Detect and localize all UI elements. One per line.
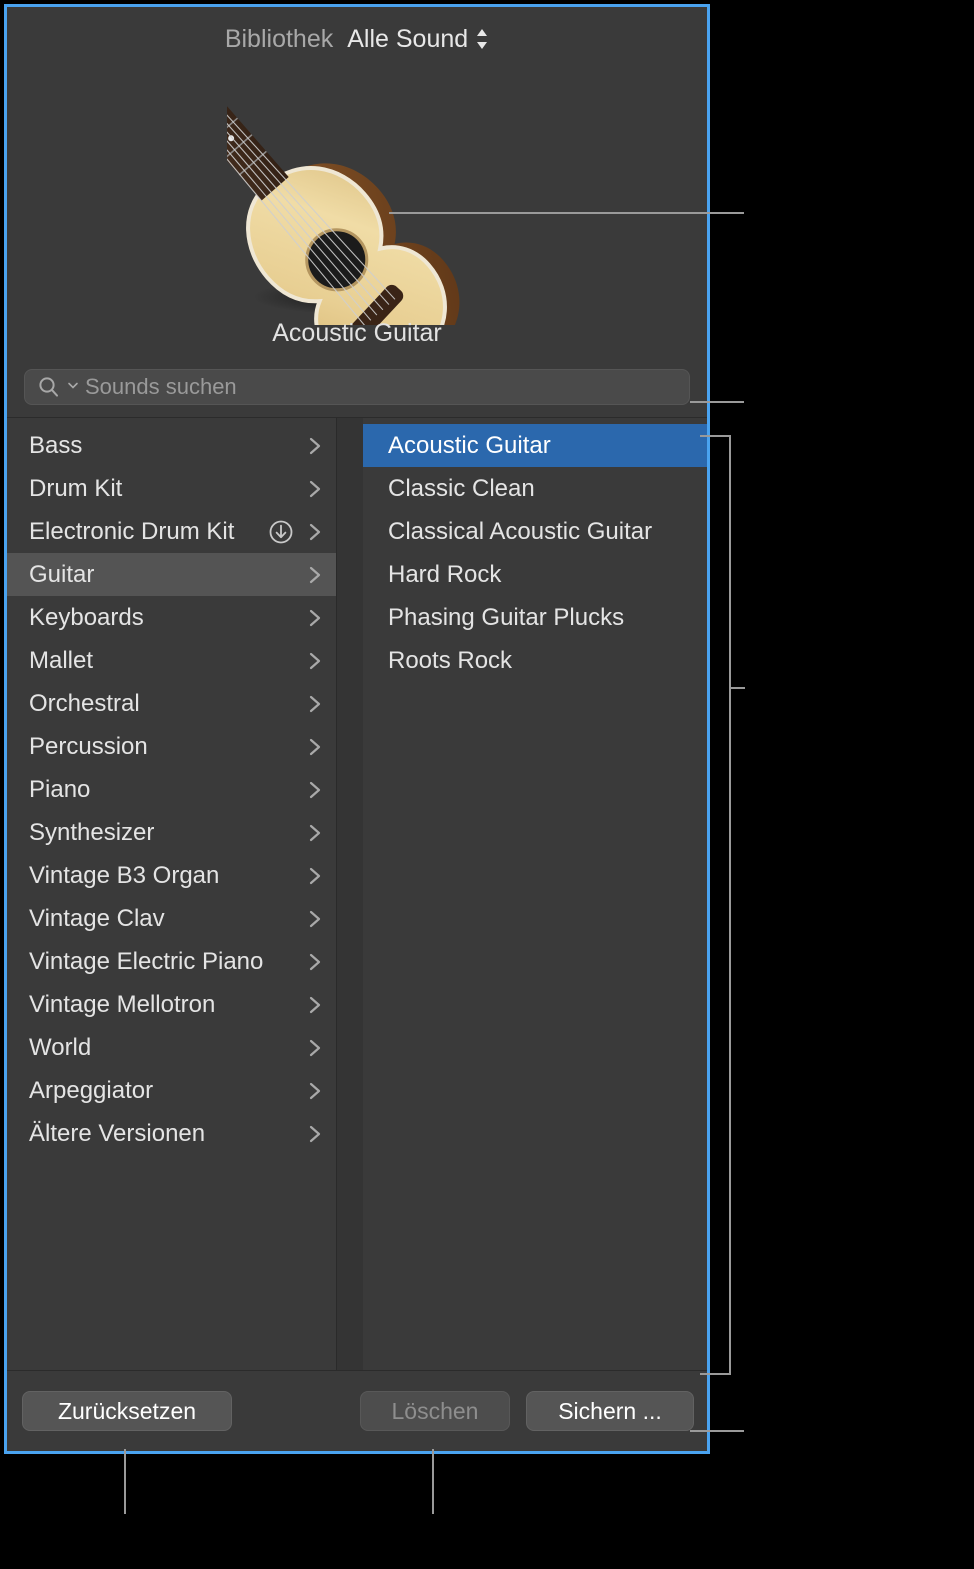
category-row[interactable]: World: [7, 1026, 336, 1069]
chevron-right-icon: [304, 521, 326, 543]
delete-button: Löschen: [360, 1391, 510, 1431]
patch-row[interactable]: Phasing Guitar Plucks: [363, 596, 707, 639]
category-row[interactable]: Guitar: [7, 553, 336, 596]
category-row[interactable]: Percussion: [7, 725, 336, 768]
chevron-right-icon: [304, 435, 326, 457]
chevron-right-icon: [304, 822, 326, 844]
callout-delete: [432, 1449, 434, 1514]
chevron-right-icon: [304, 478, 326, 500]
category-label: Synthesizer: [29, 819, 304, 847]
category-label: Piano: [29, 776, 304, 804]
chevron-right-icon: [304, 693, 326, 715]
category-label: Ältere Versionen: [29, 1120, 304, 1148]
callout-reset: [124, 1449, 126, 1514]
search-row: Sounds suchen: [7, 369, 707, 417]
category-label: Arpeggiator: [29, 1077, 304, 1105]
library-footer: Zurücksetzen Löschen Sichern ...: [7, 1370, 707, 1451]
category-row[interactable]: Drum Kit: [7, 467, 336, 510]
acoustic-guitar-artwork: [227, 75, 487, 325]
callout-save: [690, 1430, 744, 1432]
library-window: Bibliothek Alle Sound: [4, 4, 710, 1454]
category-label: Guitar: [29, 561, 304, 589]
category-label: Vintage Clav: [29, 905, 304, 933]
category-row[interactable]: Mallet: [7, 639, 336, 682]
chevron-down-icon[interactable]: [67, 378, 79, 396]
chevron-right-icon: [304, 994, 326, 1016]
patch-row[interactable]: Classic Clean: [363, 467, 707, 510]
sound-scope-popup[interactable]: Alle Sound: [347, 25, 489, 54]
category-column[interactable]: Bass Drum Kit Electronic Drum Kit Guitar Key…: [7, 418, 337, 1370]
chevron-right-icon: [304, 736, 326, 758]
column-divider: [337, 418, 363, 1370]
category-label: Percussion: [29, 733, 304, 761]
category-label: Electronic Drum Kit: [29, 518, 268, 546]
patch-artwork-area: Acoustic Guitar: [7, 71, 707, 369]
category-label: Mallet: [29, 647, 304, 675]
library-browser: Bass Drum Kit Electronic Drum Kit Guitar Key…: [7, 417, 707, 1370]
chevron-right-icon: [304, 951, 326, 973]
patch-row[interactable]: Classical Acoustic Guitar: [363, 510, 707, 553]
library-header: Bibliothek Alle Sound: [7, 7, 707, 71]
callout-bracket-tick: [729, 687, 745, 689]
category-row[interactable]: Piano: [7, 768, 336, 811]
chevron-right-icon: [304, 1123, 326, 1145]
category-label: Drum Kit: [29, 475, 304, 503]
category-label: Bass: [29, 432, 304, 460]
category-row[interactable]: Ältere Versionen: [7, 1112, 336, 1155]
search-placeholder: Sounds suchen: [85, 374, 237, 400]
category-label: Vintage Electric Piano: [29, 948, 304, 976]
category-row[interactable]: Vintage Electric Piano: [7, 940, 336, 983]
chevron-right-icon: [304, 607, 326, 629]
category-label: Keyboards: [29, 604, 304, 632]
chevron-right-icon: [304, 865, 326, 887]
category-row[interactable]: Orchestral: [7, 682, 336, 725]
chevron-right-icon: [304, 564, 326, 586]
patch-name-caption: Acoustic Guitar: [7, 319, 707, 348]
category-row[interactable]: Keyboards: [7, 596, 336, 639]
category-label: Vintage Mellotron: [29, 991, 304, 1019]
category-row[interactable]: Vintage B3 Organ: [7, 854, 336, 897]
category-row[interactable]: Synthesizer: [7, 811, 336, 854]
chevron-right-icon: [304, 779, 326, 801]
patch-column[interactable]: Acoustic GuitarClassic CleanClassical Ac…: [363, 418, 707, 1370]
chevron-right-icon: [304, 1080, 326, 1102]
category-row[interactable]: Vintage Mellotron: [7, 983, 336, 1026]
sound-scope-value: Alle Sound: [347, 25, 468, 54]
patch-row[interactable]: Roots Rock: [363, 639, 707, 682]
callout-bracket-browser: [700, 435, 731, 1375]
chevron-right-icon: [304, 1037, 326, 1059]
category-row[interactable]: Vintage Clav: [7, 897, 336, 940]
library-title: Bibliothek: [225, 25, 333, 54]
patch-row[interactable]: Acoustic Guitar: [363, 424, 707, 467]
reset-button[interactable]: Zurücksetzen: [22, 1391, 232, 1431]
chevron-up-down-icon: [475, 27, 489, 51]
chevron-right-icon: [304, 908, 326, 930]
category-row[interactable]: Bass: [7, 424, 336, 467]
download-icon[interactable]: [268, 519, 294, 545]
search-input[interactable]: Sounds suchen: [24, 369, 690, 405]
callout-search: [690, 401, 744, 403]
category-label: World: [29, 1034, 304, 1062]
category-row[interactable]: Arpeggiator: [7, 1069, 336, 1112]
search-icon[interactable]: [37, 375, 61, 399]
callout-artwork: [389, 212, 744, 214]
chevron-right-icon: [304, 650, 326, 672]
save-button[interactable]: Sichern ...: [526, 1391, 694, 1431]
patch-row[interactable]: Hard Rock: [363, 553, 707, 596]
category-row[interactable]: Electronic Drum Kit: [7, 510, 336, 553]
category-label: Vintage B3 Organ: [29, 862, 304, 890]
category-label: Orchestral: [29, 690, 304, 718]
